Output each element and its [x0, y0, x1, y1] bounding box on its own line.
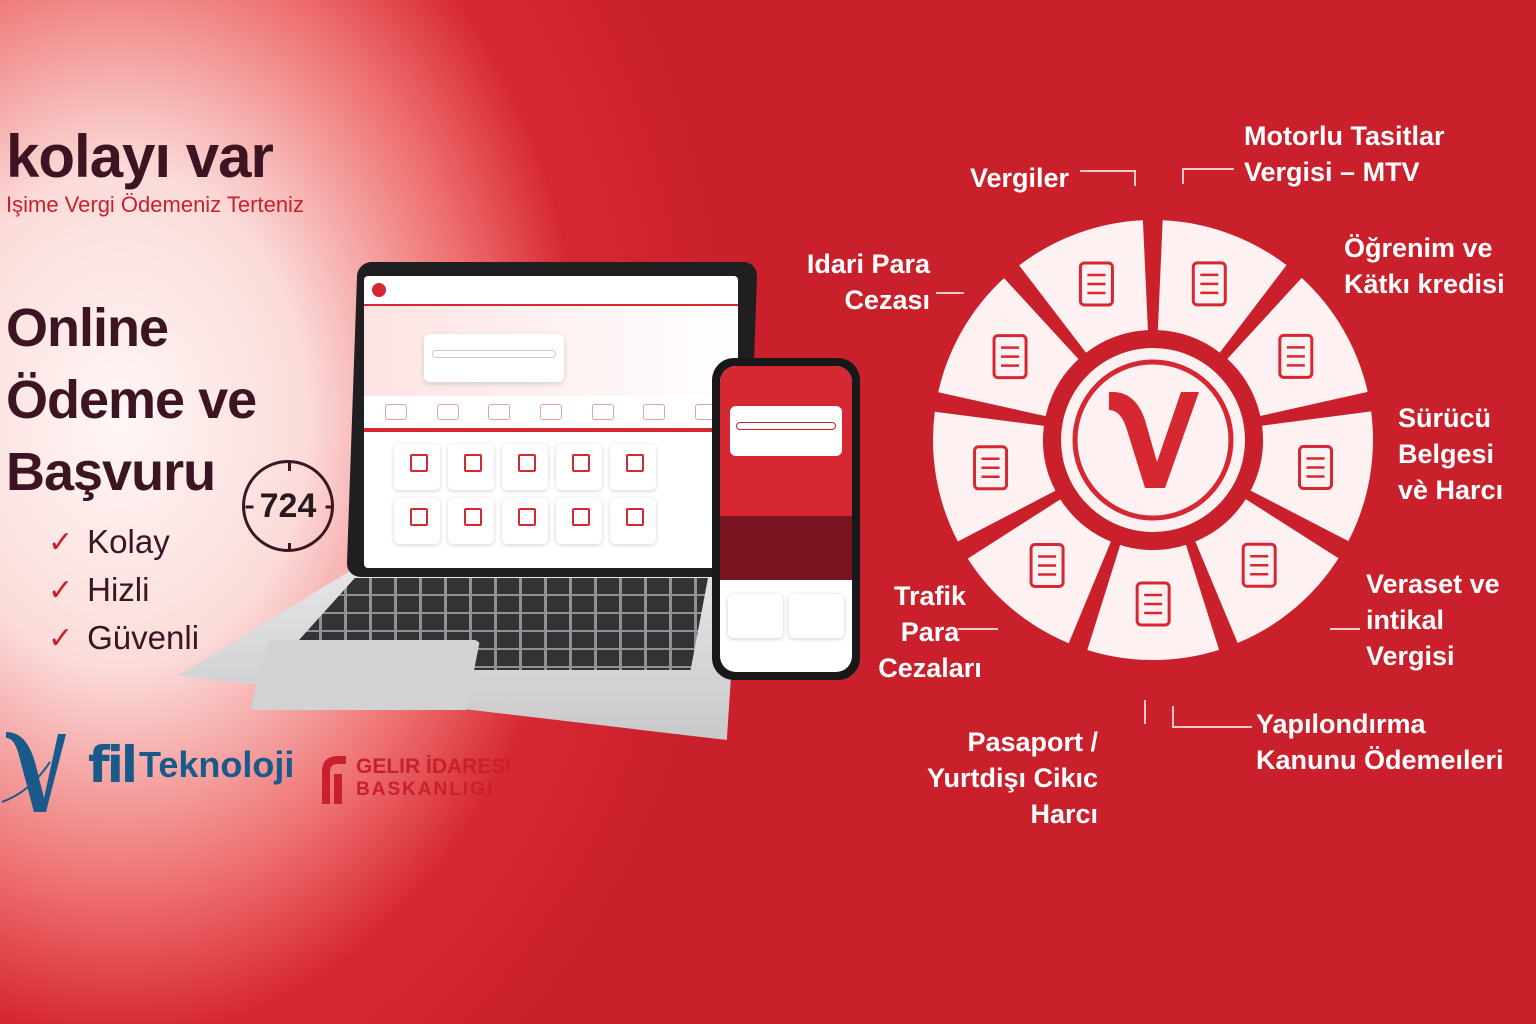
phone-screen — [720, 366, 852, 672]
check-icon: ✓ — [48, 621, 74, 655]
phone-service-tiles — [720, 580, 852, 638]
headline-line: Başvuru — [6, 442, 216, 502]
label-vergiler: Vergiler — [970, 160, 1069, 196]
label-text: Motorlu Tasitlar — [1244, 121, 1445, 151]
label-text: intikal — [1366, 605, 1445, 635]
label-pasaport: Pasaport / Yurtdişı Cikıc Harcı — [918, 724, 1098, 832]
label-veraset: Veraset ve intikal Vergisi — [1366, 566, 1500, 674]
label-text: Vergisi – MTV — [1244, 157, 1420, 187]
site-search-card — [424, 334, 564, 382]
feature-item: ✓ Güvenli — [48, 614, 199, 662]
site-hero — [364, 306, 738, 396]
label-text: Veraset ve — [1366, 569, 1500, 599]
wheel-center — [1061, 348, 1245, 532]
gib-mark-icon — [322, 756, 346, 804]
phone — [712, 358, 860, 680]
connector-line — [1144, 700, 1146, 724]
site-service-tile[interactable] — [394, 444, 440, 490]
gib-logo: GELIR İDARESI BASKANLIGI — [318, 752, 511, 804]
v-logo — [1, 732, 66, 812]
site-category-item[interactable] — [539, 404, 562, 420]
phone-service-tile[interactable] — [728, 594, 783, 638]
connector-line — [1080, 170, 1136, 186]
label-text: Kätkı kredisi — [1344, 269, 1505, 299]
site-service-tile[interactable] — [448, 498, 494, 544]
label-text: Pasaport / — [967, 727, 1098, 757]
headline-line: Ödeme ve — [6, 370, 257, 430]
site-service-tile[interactable] — [610, 444, 656, 490]
connector-line — [1182, 168, 1234, 184]
label-idari: Idari Para Cezası — [796, 246, 930, 318]
site-service-tile[interactable] — [502, 498, 548, 544]
label-mtv: Motorlu Tasitlar Vergisi – MTV — [1244, 118, 1445, 190]
phone-banner — [720, 516, 852, 580]
site-category-item[interactable] — [488, 404, 511, 420]
phone-search-card — [730, 406, 842, 456]
fil-teknoloji-logo: fil Teknoloji — [88, 736, 294, 794]
phone-search-input[interactable] — [736, 422, 836, 430]
wheel-segment[interactable] — [1087, 544, 1220, 660]
label-text: Harcı — [1030, 799, 1098, 829]
gib-line1: GELIR İDARESI — [356, 755, 512, 778]
site-header — [364, 276, 738, 306]
label-text: Cezaları — [878, 653, 982, 683]
label-trafik: Trafik Para Cezaları — [860, 578, 1000, 686]
site-service-tile[interactable] — [556, 498, 602, 544]
site-logo-icon — [372, 283, 386, 297]
clock-badge: 724 — [242, 460, 334, 552]
gib-line2: BASKANLIGI — [356, 779, 495, 800]
check-icon: ✓ — [48, 573, 74, 607]
label-surucu: Sürücü Belgesi vè Harcı — [1398, 400, 1503, 508]
label-text: Belgesi — [1398, 439, 1495, 469]
fil-text: Teknoloji — [139, 744, 295, 785]
laptop-touchpad — [250, 640, 480, 710]
feature-list: ✓ Kolay ✓ Hizli ✓ Güvenli — [48, 518, 199, 662]
site-service-tile[interactable] — [448, 444, 494, 490]
label-text: Kanunu Ödemeıleri — [1256, 745, 1504, 775]
label-yapilandirma: Yapılondırma Kanunu Ödemeıleri — [1256, 706, 1504, 778]
label-text: Vergiler — [970, 163, 1070, 193]
site-service-tile[interactable] — [610, 498, 656, 544]
tagline: Işime Vergi Ödemeniz Terteniz — [6, 192, 304, 217]
label-text: Vergisi — [1366, 641, 1455, 671]
label-text: vè Harcı — [1398, 475, 1504, 505]
feature-label: Kolay — [87, 523, 170, 560]
laptop-screen — [364, 276, 738, 568]
headline: Online Ödeme ve Başvuru — [6, 292, 257, 508]
label-text: Sürücü — [1398, 403, 1492, 433]
label-text: Öğrenim ve — [1344, 233, 1493, 263]
site-service-tile[interactable] — [394, 498, 440, 544]
feature-label: Güvenli — [87, 619, 200, 656]
site-category-nav — [364, 396, 738, 432]
connector-line — [958, 628, 998, 630]
site-service-grid — [364, 432, 738, 556]
site-service-tile[interactable] — [502, 444, 548, 490]
site-category-item[interactable] — [384, 404, 407, 420]
connector-line — [936, 292, 964, 294]
site-category-item[interactable] — [643, 404, 666, 420]
label-text: Para — [900, 617, 960, 647]
label-text: Cezası — [844, 285, 930, 315]
phone-service-tile[interactable] — [789, 594, 844, 638]
connector-line — [1330, 628, 1360, 630]
label-text: Trafik — [893, 581, 967, 611]
site-search-input[interactable] — [432, 350, 556, 358]
feature-item: ✓ Hizli — [48, 566, 199, 614]
label-text: Idari Para — [806, 249, 930, 279]
label-text: Yurtdişı Cikıc — [926, 763, 1098, 793]
site-category-item[interactable] — [591, 404, 614, 420]
site-category-item[interactable] — [436, 404, 459, 420]
headline-line: Online — [6, 298, 169, 358]
site-service-tile[interactable] — [556, 444, 602, 490]
connector-line — [1172, 706, 1252, 728]
brand-title: kolayı var — [6, 123, 274, 190]
feature-label: Hizli — [87, 571, 150, 608]
label-ogrenim: Öğrenim ve Kätkı kredisi — [1344, 230, 1505, 302]
label-text: Yapılondırma — [1256, 709, 1426, 739]
feature-item: ✓ Kolay — [48, 518, 199, 566]
clock-badge-text: 724 — [259, 486, 317, 525]
fil-mark: fil — [88, 736, 138, 794]
check-icon: ✓ — [48, 525, 74, 559]
phone-header — [720, 366, 852, 516]
